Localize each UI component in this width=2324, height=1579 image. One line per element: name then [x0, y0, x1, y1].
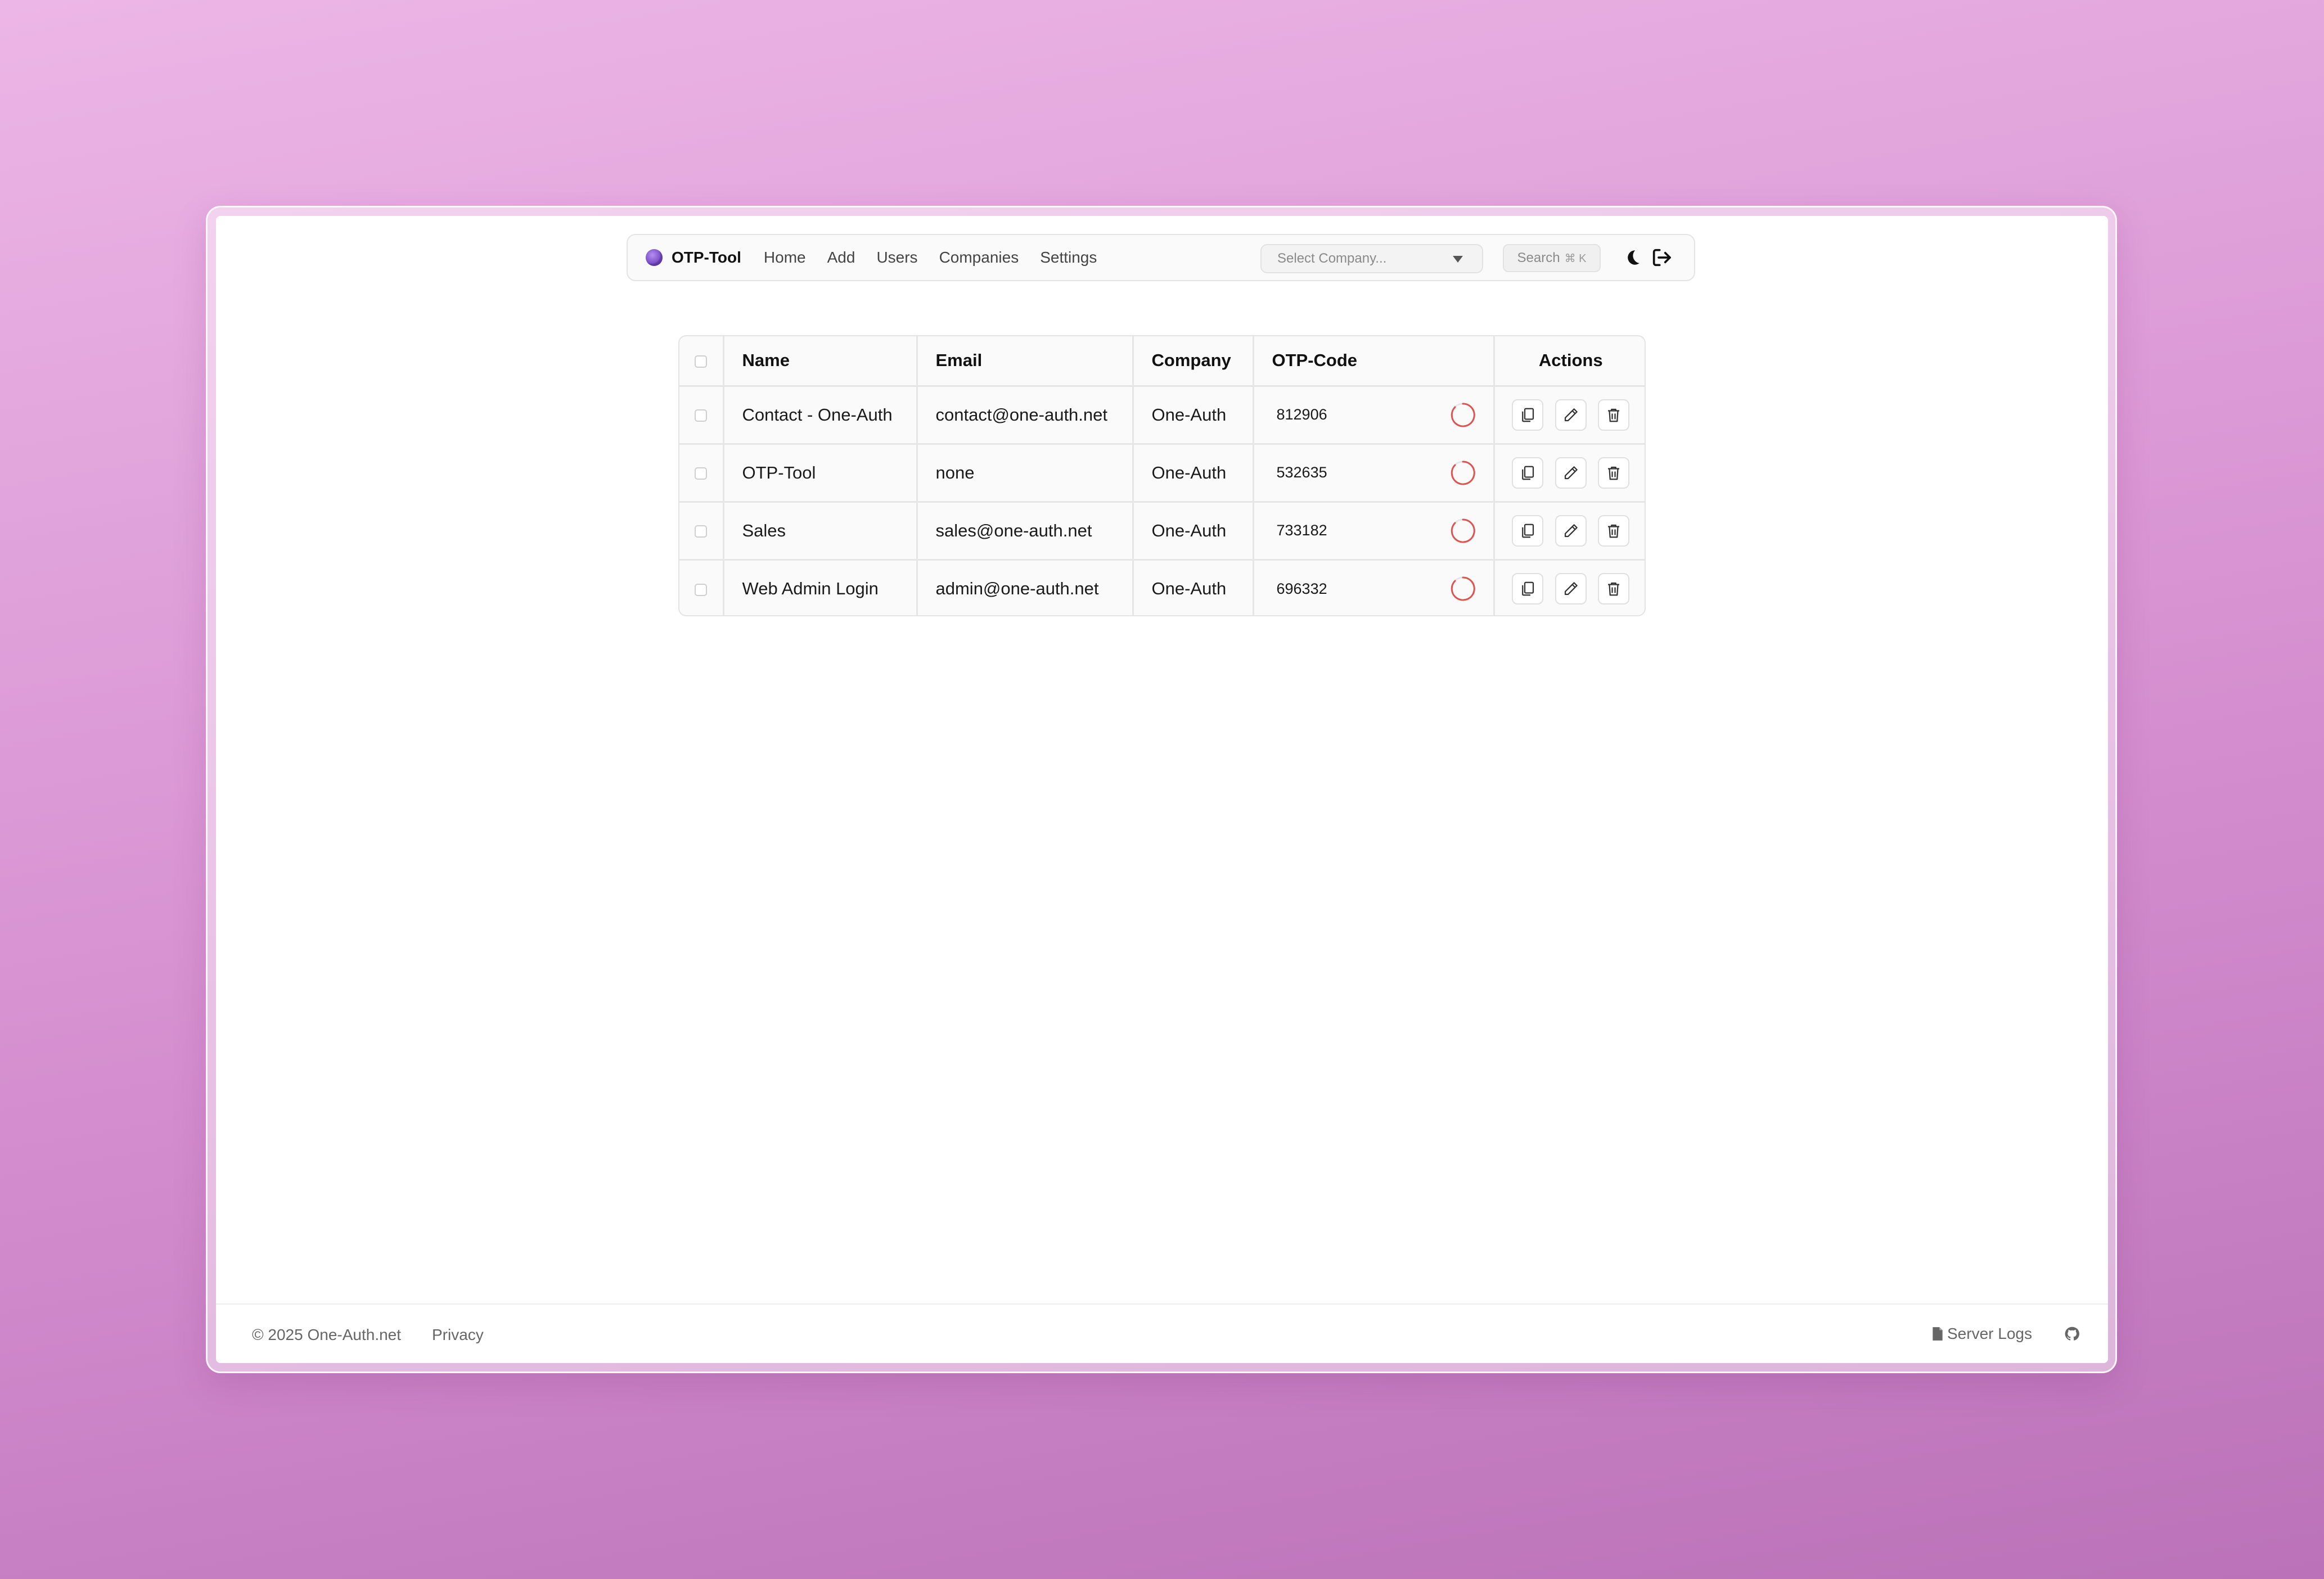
- footer-copyright: © 2025 One-Auth.net: [252, 1326, 402, 1343]
- footer: © 2025 One-Auth.net Privacy Server Logs: [216, 1303, 2108, 1363]
- otp-table: Name Email Company OTP-Code Actions Cont…: [678, 335, 1646, 616]
- copy-button[interactable]: [1512, 457, 1544, 489]
- row-checkbox[interactable]: [695, 525, 708, 538]
- cell-email: none: [917, 444, 1134, 502]
- select-all-checkbox[interactable]: [695, 355, 708, 368]
- otp-timer-icon: [1451, 460, 1475, 485]
- nav-link-users[interactable]: Users: [876, 249, 917, 267]
- column-header-otp-code[interactable]: OTP-Code: [1253, 336, 1495, 386]
- table-row: OTP-Tool none One-Auth 532635: [679, 444, 1645, 502]
- cell-actions: [1494, 502, 1645, 560]
- row-checkbox[interactable]: [695, 409, 708, 422]
- cell-email: sales@one-auth.net: [917, 502, 1134, 560]
- chevron-down-icon: [1453, 256, 1463, 263]
- cell-email: admin@one-auth.net: [917, 560, 1134, 615]
- column-header-actions: Actions: [1538, 350, 1603, 371]
- nav-link-add[interactable]: Add: [827, 249, 855, 267]
- brand-name: OTP-Tool: [672, 249, 741, 266]
- otp-timer-icon: [1451, 518, 1475, 543]
- row-select-cell: [679, 560, 724, 615]
- logo-icon: [646, 249, 663, 266]
- search-label: Search: [1517, 250, 1560, 265]
- delete-button[interactable]: [1598, 399, 1630, 431]
- trash-icon: [1608, 583, 1620, 596]
- trash-icon: [1608, 408, 1620, 422]
- copy-button[interactable]: [1512, 399, 1544, 431]
- otp-code[interactable]: 532635: [1277, 464, 1327, 481]
- table-row: Contact - One-Auth contact@one-auth.net …: [679, 386, 1645, 444]
- row-select-cell: [679, 386, 724, 444]
- cell-company: One-Auth: [1133, 444, 1254, 502]
- moon-icon[interactable]: [1622, 247, 1642, 268]
- cell-company: One-Auth: [1133, 502, 1254, 560]
- column-header-name[interactable]: Name: [723, 336, 918, 386]
- column-header-email[interactable]: Email: [917, 336, 1134, 386]
- cell-actions: [1494, 444, 1645, 502]
- edit-button[interactable]: [1555, 399, 1587, 431]
- row-checkbox[interactable]: [695, 467, 708, 480]
- cell-email: contact@one-auth.net: [917, 386, 1134, 444]
- table-row: Sales sales@one-auth.net One-Auth 733182: [679, 502, 1645, 560]
- footer-privacy-link[interactable]: Privacy: [432, 1326, 484, 1344]
- delete-button[interactable]: [1598, 573, 1630, 605]
- search-shortcut: ⌘ K: [1564, 252, 1587, 265]
- brand[interactable]: OTP-Tool: [646, 249, 741, 267]
- copy-button[interactable]: [1512, 515, 1544, 547]
- trash-icon: [1608, 466, 1620, 480]
- cell-company: One-Auth: [1133, 386, 1254, 444]
- cell-otp-code[interactable]: 733182: [1253, 502, 1495, 560]
- edit-icon: [1564, 408, 1578, 421]
- cell-name: OTP-Tool: [723, 444, 918, 502]
- search-button[interactable]: Search ⌘ K: [1503, 244, 1601, 272]
- row-checkbox[interactable]: [695, 584, 708, 597]
- edit-button[interactable]: [1555, 573, 1587, 605]
- cell-actions: [1494, 560, 1645, 615]
- copy-icon: [1522, 466, 1534, 480]
- copy-button[interactable]: [1512, 573, 1544, 605]
- company-select-placeholder: Select Company...: [1277, 251, 1387, 266]
- copy-icon: [1522, 524, 1534, 538]
- app-window: OTP-Tool Home Add Users Companies Settin…: [216, 216, 2108, 1363]
- select-all-cell: [679, 336, 724, 386]
- logout-icon[interactable]: [1650, 246, 1673, 269]
- nav-link-settings[interactable]: Settings: [1040, 249, 1097, 267]
- top-navbar: OTP-Tool Home Add Users Companies Settin…: [627, 234, 1695, 281]
- edit-icon: [1564, 466, 1578, 479]
- cell-name: Web Admin Login: [723, 560, 918, 615]
- cell-actions: [1494, 386, 1645, 444]
- company-select[interactable]: Select Company...: [1260, 244, 1483, 273]
- cell-name: Contact - One-Auth: [723, 386, 918, 444]
- nav-link-home[interactable]: Home: [764, 249, 806, 267]
- cell-otp-code[interactable]: 696332: [1253, 560, 1495, 615]
- trash-icon: [1608, 524, 1620, 538]
- copy-icon: [1522, 581, 1534, 596]
- edit-icon: [1564, 524, 1578, 537]
- column-header-company[interactable]: Company: [1133, 336, 1254, 386]
- nav-link-companies[interactable]: Companies: [939, 249, 1019, 267]
- otp-timer-icon: [1451, 576, 1475, 601]
- cell-name: Sales: [723, 502, 918, 560]
- otp-code[interactable]: 696332: [1277, 580, 1327, 597]
- cell-otp-code[interactable]: 532635: [1253, 444, 1495, 502]
- server-logs-label: Server Logs: [1947, 1325, 2032, 1342]
- cell-otp-code[interactable]: 812906: [1253, 386, 1495, 444]
- delete-button[interactable]: [1598, 515, 1630, 547]
- delete-button[interactable]: [1598, 457, 1630, 489]
- github-icon[interactable]: [2064, 1326, 2080, 1342]
- file-icon: [1933, 1327, 1943, 1341]
- edit-icon: [1564, 582, 1578, 595]
- otp-timer-icon: [1451, 402, 1475, 427]
- otp-code[interactable]: 812906: [1277, 406, 1327, 423]
- table-header-row: Name Email Company OTP-Code Actions: [679, 336, 1645, 386]
- server-logs-link[interactable]: Server Logs: [1931, 1325, 2032, 1343]
- row-select-cell: [679, 444, 724, 502]
- table-row: Web Admin Login admin@one-auth.net One-A…: [679, 560, 1645, 615]
- otp-code[interactable]: 733182: [1277, 522, 1327, 539]
- cell-company: One-Auth: [1133, 560, 1254, 615]
- edit-button[interactable]: [1555, 457, 1587, 489]
- edit-button[interactable]: [1555, 515, 1587, 547]
- row-select-cell: [679, 502, 724, 560]
- copy-icon: [1522, 408, 1534, 422]
